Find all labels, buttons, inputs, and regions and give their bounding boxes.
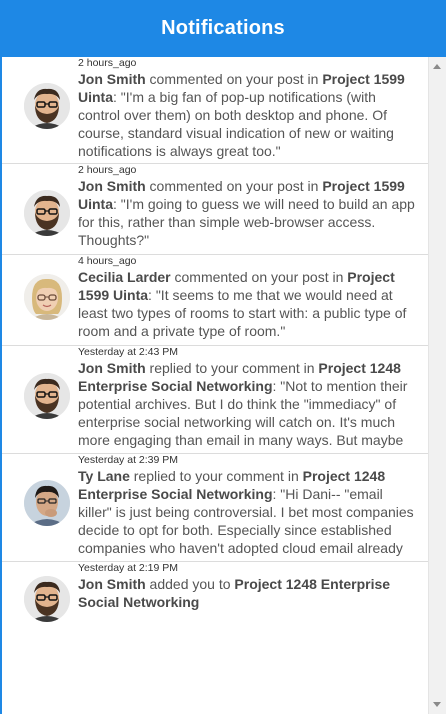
actor-name[interactable]: Jon Smith [78,71,146,87]
notification-item[interactable]: 2 hours_ago Jon Smith commented on your … [2,57,428,164]
action-text: added you to [145,576,235,592]
actor-name[interactable]: Cecilia Larder [78,269,171,285]
app-header: Notifications [0,0,446,57]
action-text: replied to your comment in [145,360,319,376]
action-text: commented on your post in [145,71,323,87]
separator: : [148,287,156,303]
notification-time: Yesterday at 2:43 PM [78,346,179,358]
notification-time: 4 hours_ago [78,255,137,267]
scroll-up-arrow-icon[interactable] [433,64,441,69]
notification-time: Yesterday at 2:39 PM [78,454,179,466]
notification-message: Jon Smith added you to Project 1248 Ente… [78,575,418,611]
actor-name[interactable]: Jon Smith [78,360,146,376]
notification-list: 2 hours_ago Jon Smith commented on your … [2,57,428,714]
actor-name[interactable]: Jon Smith [78,178,146,194]
notification-item[interactable]: Yesterday at 2:19 PM Jon Smith added you… [2,562,428,652]
man-beard-glasses-avatar-icon [24,83,70,129]
notification-time: 2 hours_ago [78,57,137,69]
notification-message: Jon Smith commented on your post in Proj… [78,177,418,249]
comment-text: "I'm going to guess we will need to buil… [78,196,415,248]
notification-item[interactable]: 2 hours_ago Jon Smith commented on your … [2,164,428,255]
actor-name[interactable]: Ty Lane [78,468,130,484]
action-text: replied to your comment in [129,468,303,484]
action-text: commented on your post in [170,269,348,285]
avatar [24,373,70,419]
separator: : [113,196,121,212]
avatar [24,274,70,320]
separator: : [113,89,121,105]
notification-message: Cecilia Larder commented on your post in… [78,268,418,340]
action-text: commented on your post in [145,178,323,194]
notification-item[interactable]: Yesterday at 2:39 PM Ty Lane replied to … [2,454,428,562]
woman-blonde-glasses-avatar-icon [24,274,70,320]
notification-item[interactable]: 4 hours_ago Cecilia Larder commented on … [2,255,428,346]
notification-message: Jon Smith commented on your post in Proj… [78,70,418,160]
avatar [24,480,70,526]
notifications-panel: 2 hours_ago Jon Smith commented on your … [0,57,446,714]
avatar [24,83,70,129]
man-beard-glasses-avatar-icon [24,190,70,236]
actor-name[interactable]: Jon Smith [78,576,146,592]
notification-time: Yesterday at 2:19 PM [78,562,179,574]
page-title: Notifications [161,17,285,39]
man-beard-glasses-avatar-icon [24,373,70,419]
scroll-down-arrow-icon[interactable] [433,702,441,707]
vertical-scrollbar[interactable] [428,57,446,714]
notification-message: Jon Smith replied to your comment in Pro… [78,359,418,449]
notification-message: Ty Lane replied to your comment in Proje… [78,467,418,557]
avatar [24,576,70,622]
notification-time: 2 hours_ago [78,164,137,176]
man-beard-glasses-avatar-icon [24,576,70,622]
comment-text: "I'm a big fan of pop-up notifications (… [78,89,394,159]
notification-item[interactable]: Yesterday at 2:43 PM Jon Smith replied t… [2,346,428,454]
man-dark-hair-avatar-icon [24,480,70,526]
avatar [24,190,70,236]
